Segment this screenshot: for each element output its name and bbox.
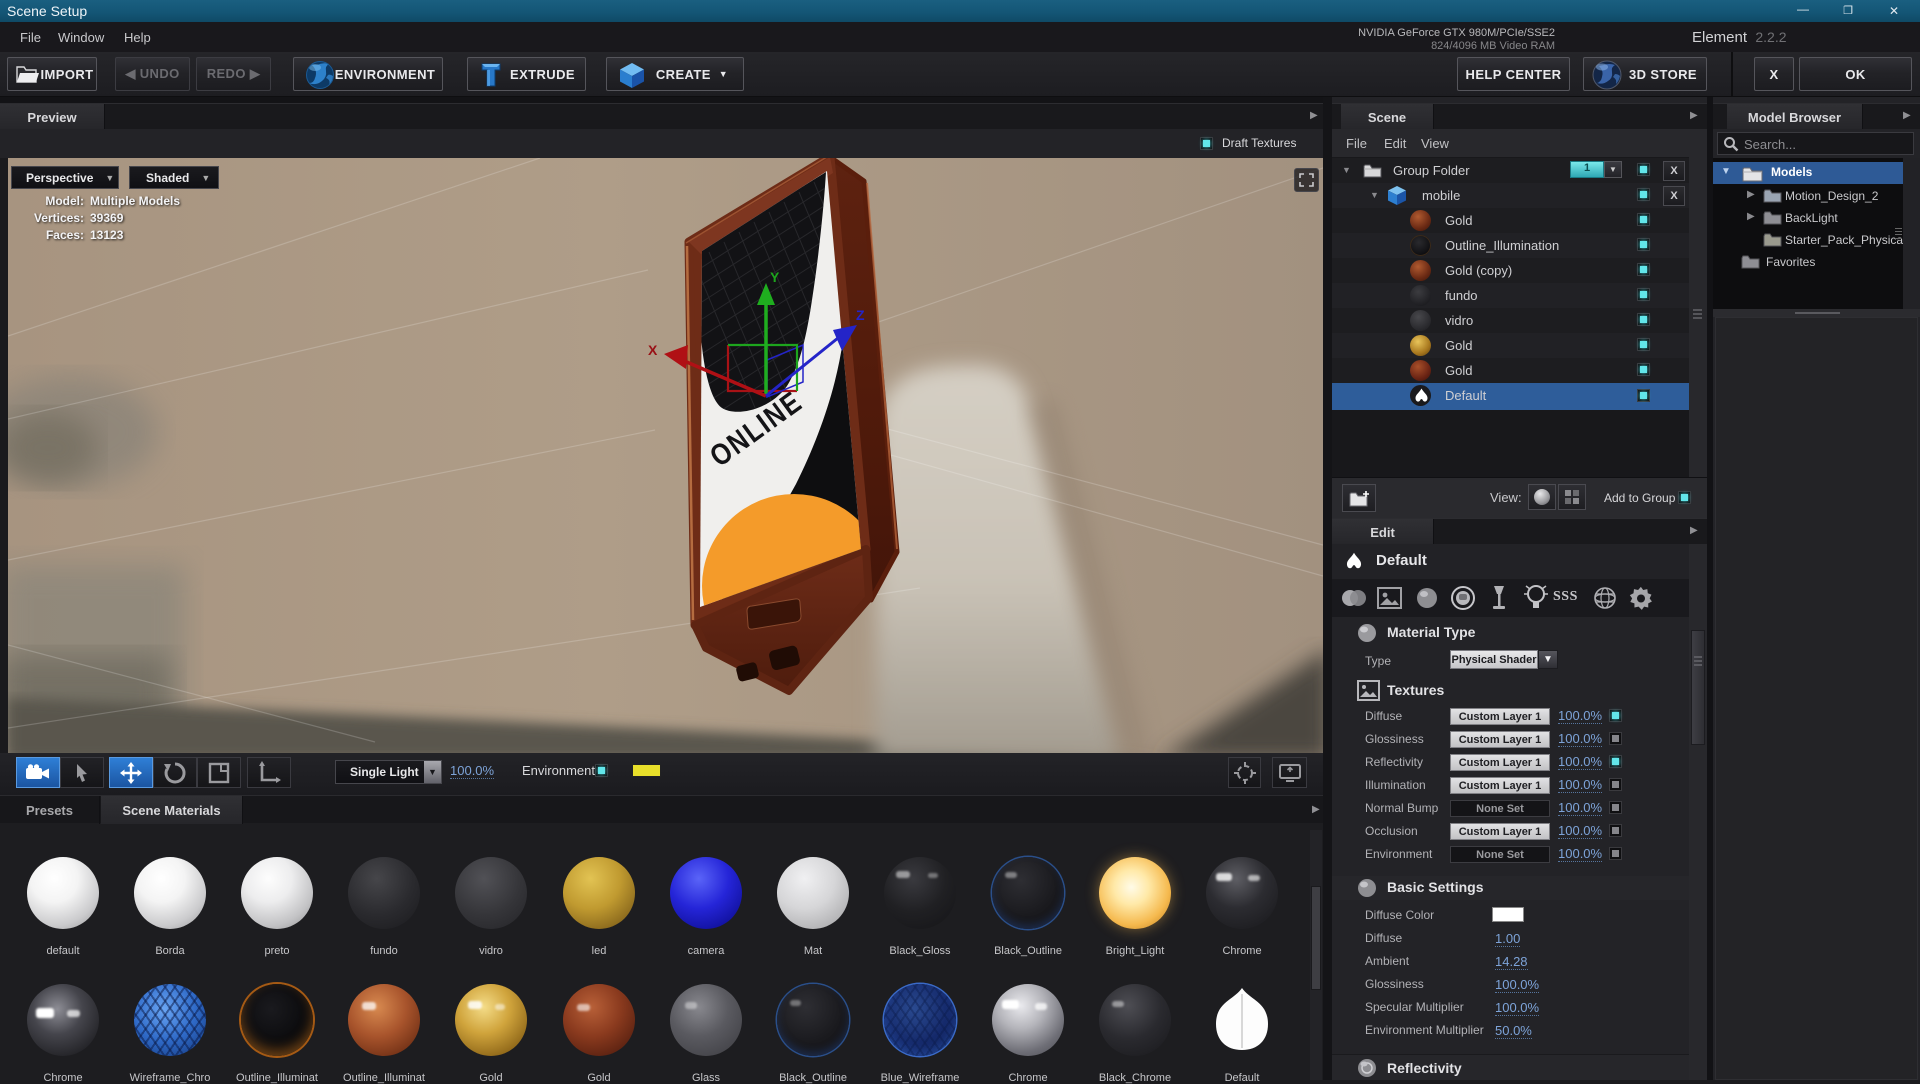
svg-text:Y: Y	[770, 269, 780, 285]
svg-text:Z: Z	[856, 307, 865, 323]
svg-text:X: X	[648, 342, 658, 358]
